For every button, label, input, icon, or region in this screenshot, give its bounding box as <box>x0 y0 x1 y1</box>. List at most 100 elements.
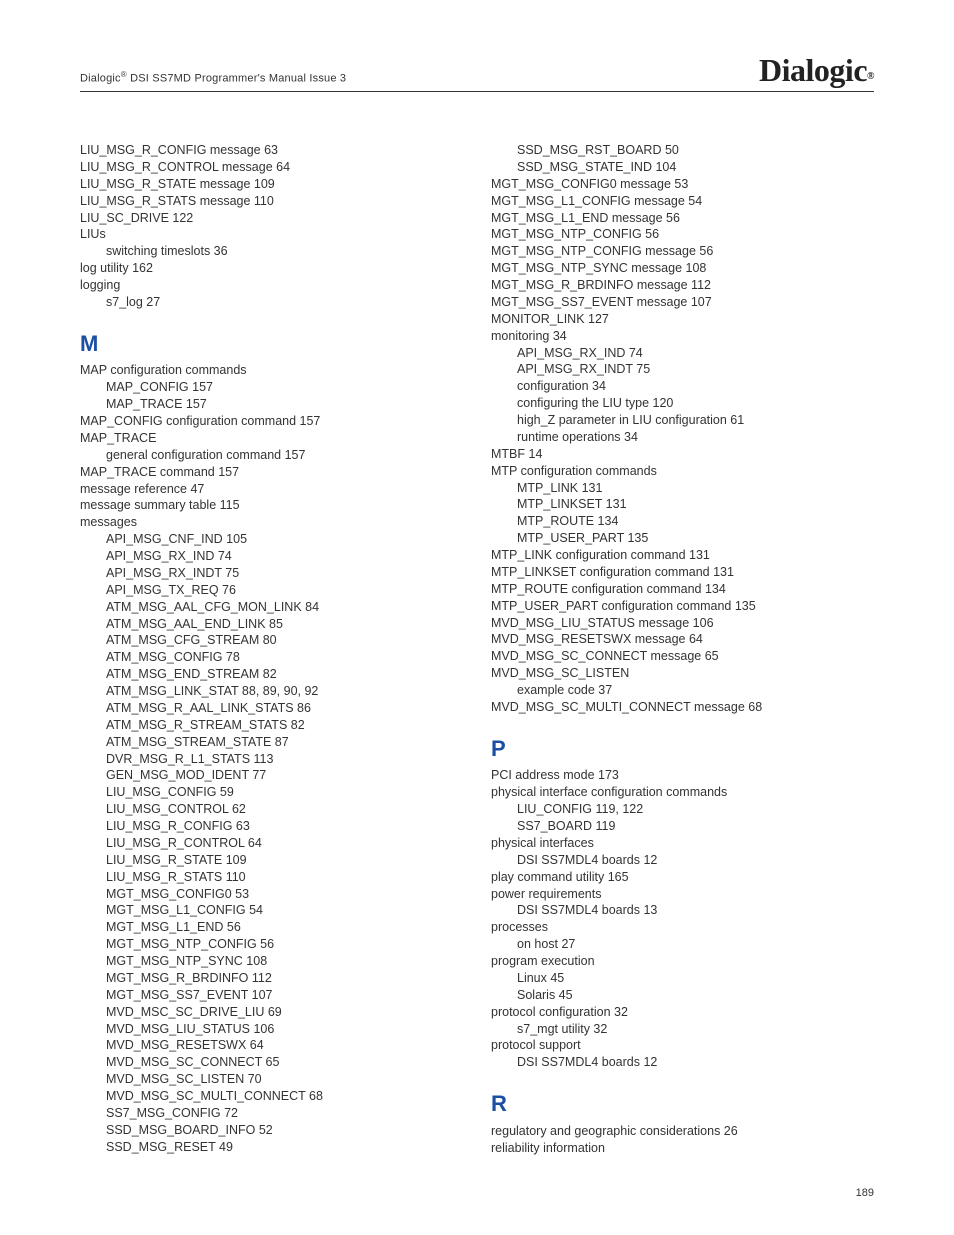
index-entry[interactable]: API_MSG_RX_IND 74 <box>80 548 463 565</box>
index-entry[interactable]: message summary table 115 <box>80 497 463 514</box>
index-entry[interactable]: protocol support <box>491 1037 874 1054</box>
index-entry[interactable]: MVD_MSG_SC_LISTEN 70 <box>80 1071 463 1088</box>
index-entry[interactable]: MVD_MSG_SC_CONNECT message 65 <box>491 648 874 665</box>
index-entry[interactable]: Solaris 45 <box>491 987 874 1004</box>
index-entry[interactable]: general configuration command 157 <box>80 447 463 464</box>
index-entry[interactable]: MGT_MSG_L1_END 56 <box>80 919 463 936</box>
index-entry[interactable]: ATM_MSG_STREAM_STATE 87 <box>80 734 463 751</box>
index-entry[interactable]: GEN_MSG_MOD_IDENT 77 <box>80 767 463 784</box>
index-entry[interactable]: API_MSG_CNF_IND 105 <box>80 531 463 548</box>
index-entry[interactable]: s7_mgt utility 32 <box>491 1021 874 1038</box>
index-entry[interactable]: MTP_LINK 131 <box>491 480 874 497</box>
index-entry[interactable]: MGT_MSG_SS7_EVENT message 107 <box>491 294 874 311</box>
index-entry[interactable]: processes <box>491 919 874 936</box>
index-entry[interactable]: DSI SS7MDL4 boards 12 <box>491 852 874 869</box>
index-entry[interactable]: DSI SS7MDL4 boards 12 <box>491 1054 874 1071</box>
index-entry[interactable]: protocol configuration 32 <box>491 1004 874 1021</box>
index-entry[interactable]: MGT_MSG_CONFIG0 53 <box>80 886 463 903</box>
index-entry[interactable]: MTP_ROUTE 134 <box>491 513 874 530</box>
index-entry[interactable]: MAP_TRACE 157 <box>80 396 463 413</box>
index-entry[interactable]: LIU_SC_DRIVE 122 <box>80 210 463 227</box>
index-entry[interactable]: MGT_MSG_L1_END message 56 <box>491 210 874 227</box>
index-entry[interactable]: high_Z parameter in LIU configuration 61 <box>491 412 874 429</box>
index-entry[interactable]: MTP_USER_PART 135 <box>491 530 874 547</box>
index-entry[interactable]: LIU_MSG_CONFIG 59 <box>80 784 463 801</box>
index-entry[interactable]: MGT_MSG_NTP_SYNC 108 <box>80 953 463 970</box>
index-entry[interactable]: MGT_MSG_SS7_EVENT 107 <box>80 987 463 1004</box>
index-entry[interactable]: SS7_MSG_CONFIG 72 <box>80 1105 463 1122</box>
index-entry[interactable]: ATM_MSG_CONFIG 78 <box>80 649 463 666</box>
index-entry[interactable]: LIU_MSG_R_STATE 109 <box>80 852 463 869</box>
index-entry[interactable]: SSD_MSG_RST_BOARD 50 <box>491 142 874 159</box>
index-entry[interactable]: reliability information <box>491 1140 874 1157</box>
index-entry[interactable]: LIU_MSG_R_STATS 110 <box>80 869 463 886</box>
index-entry[interactable]: MGT_MSG_NTP_SYNC message 108 <box>491 260 874 277</box>
index-entry[interactable]: logging <box>80 277 463 294</box>
index-entry[interactable]: SSD_MSG_STATE_IND 104 <box>491 159 874 176</box>
index-entry[interactable]: physical interface configuration command… <box>491 784 874 801</box>
index-entry[interactable]: SS7_BOARD 119 <box>491 818 874 835</box>
index-entry[interactable]: MAP configuration commands <box>80 362 463 379</box>
index-entry[interactable]: LIU_MSG_R_CONFIG 63 <box>80 818 463 835</box>
index-entry[interactable]: MTP_LINKSET configuration command 131 <box>491 564 874 581</box>
index-entry[interactable]: messages <box>80 514 463 531</box>
index-entry[interactable]: MTP_ROUTE configuration command 134 <box>491 581 874 598</box>
index-entry[interactable]: MVD_MSG_SC_LISTEN <box>491 665 874 682</box>
index-entry[interactable]: LIU_MSG_R_CONFIG message 63 <box>80 142 463 159</box>
index-entry[interactable]: API_MSG_RX_IND 74 <box>491 345 874 362</box>
index-entry[interactable]: API_MSG_RX_INDT 75 <box>491 361 874 378</box>
index-entry[interactable]: LIU_MSG_R_STATE message 109 <box>80 176 463 193</box>
index-entry[interactable]: log utility 162 <box>80 260 463 277</box>
index-entry[interactable]: regulatory and geographic considerations… <box>491 1123 874 1140</box>
index-entry[interactable]: MAP_TRACE command 157 <box>80 464 463 481</box>
index-entry[interactable]: SSD_MSG_BOARD_INFO 52 <box>80 1122 463 1139</box>
index-entry[interactable]: program execution <box>491 953 874 970</box>
index-entry[interactable]: MONITOR_LINK 127 <box>491 311 874 328</box>
index-entry[interactable]: ATM_MSG_END_STREAM 82 <box>80 666 463 683</box>
index-entry[interactable]: MGT_MSG_NTP_CONFIG message 56 <box>491 243 874 260</box>
index-entry[interactable]: s7_log 27 <box>80 294 463 311</box>
index-entry[interactable]: LIU_MSG_R_CONTROL 64 <box>80 835 463 852</box>
index-entry[interactable]: MTBF 14 <box>491 446 874 463</box>
index-entry[interactable]: DSI SS7MDL4 boards 13 <box>491 902 874 919</box>
index-entry[interactable]: MTP_USER_PART configuration command 135 <box>491 598 874 615</box>
index-entry[interactable]: ATM_MSG_CFG_STREAM 80 <box>80 632 463 649</box>
index-entry[interactable]: MGT_MSG_R_BRDINFO 112 <box>80 970 463 987</box>
index-entry[interactable]: MVD_MSG_LIU_STATUS message 106 <box>491 615 874 632</box>
index-entry[interactable]: monitoring 34 <box>491 328 874 345</box>
index-entry[interactable]: MVD_MSG_SC_CONNECT 65 <box>80 1054 463 1071</box>
index-entry[interactable]: DVR_MSG_R_L1_STATS 113 <box>80 751 463 768</box>
index-entry[interactable]: ATM_MSG_R_STREAM_STATS 82 <box>80 717 463 734</box>
index-entry[interactable]: MTP_LINK configuration command 131 <box>491 547 874 564</box>
index-entry[interactable]: MVD_MSG_RESETSWX message 64 <box>491 631 874 648</box>
index-entry[interactable]: on host 27 <box>491 936 874 953</box>
index-entry[interactable]: ATM_MSG_AAL_END_LINK 85 <box>80 616 463 633</box>
index-entry[interactable]: LIU_CONFIG 119, 122 <box>491 801 874 818</box>
index-entry[interactable]: MGT_MSG_CONFIG0 message 53 <box>491 176 874 193</box>
index-entry[interactable]: MGT_MSG_L1_CONFIG 54 <box>80 902 463 919</box>
index-entry[interactable]: LIU_MSG_CONTROL 62 <box>80 801 463 818</box>
index-entry[interactable]: PCI address mode 173 <box>491 767 874 784</box>
index-entry[interactable]: MTP configuration commands <box>491 463 874 480</box>
index-entry[interactable]: message reference 47 <box>80 481 463 498</box>
index-entry[interactable]: MGT_MSG_L1_CONFIG message 54 <box>491 193 874 210</box>
index-entry[interactable]: LIU_MSG_R_CONTROL message 64 <box>80 159 463 176</box>
index-entry[interactable]: example code 37 <box>491 682 874 699</box>
index-entry[interactable]: MAP_CONFIG 157 <box>80 379 463 396</box>
index-entry[interactable]: configuring the LIU type 120 <box>491 395 874 412</box>
index-entry[interactable]: MTP_LINKSET 131 <box>491 496 874 513</box>
index-entry[interactable]: MVD_MSG_SC_MULTI_CONNECT message 68 <box>491 699 874 716</box>
index-entry[interactable]: API_MSG_TX_REQ 76 <box>80 582 463 599</box>
index-entry[interactable]: MGT_MSG_R_BRDINFO message 112 <box>491 277 874 294</box>
index-entry[interactable]: Linux 45 <box>491 970 874 987</box>
index-entry[interactable]: power requirements <box>491 886 874 903</box>
index-entry[interactable]: MVD_MSC_SC_DRIVE_LIU 69 <box>80 1004 463 1021</box>
index-entry[interactable]: MAP_TRACE <box>80 430 463 447</box>
index-entry[interactable]: API_MSG_RX_INDT 75 <box>80 565 463 582</box>
index-entry[interactable]: LIU_MSG_R_STATS message 110 <box>80 193 463 210</box>
index-entry[interactable]: ATM_MSG_AAL_CFG_MON_LINK 84 <box>80 599 463 616</box>
index-entry[interactable]: MGT_MSG_NTP_CONFIG 56 <box>491 226 874 243</box>
index-entry[interactable]: MVD_MSG_LIU_STATUS 106 <box>80 1021 463 1038</box>
index-entry[interactable]: MVD_MSG_SC_MULTI_CONNECT 68 <box>80 1088 463 1105</box>
index-entry[interactable]: runtime operations 34 <box>491 429 874 446</box>
